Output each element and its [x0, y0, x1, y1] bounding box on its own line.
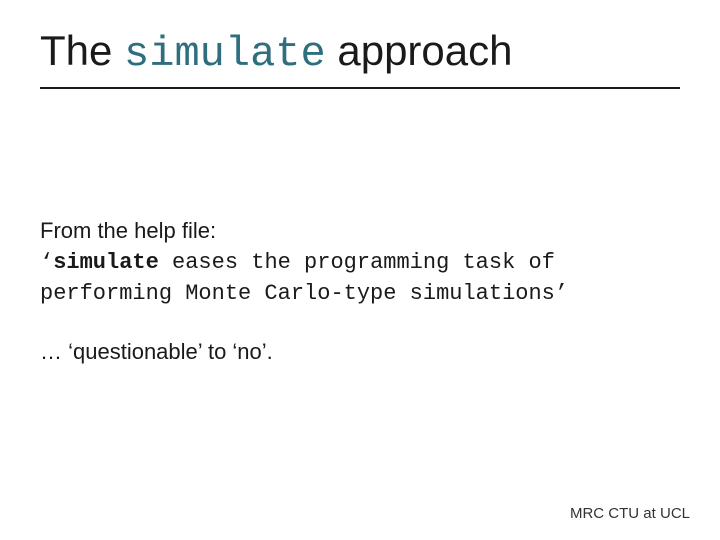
intro-line: From the help file: — [40, 218, 216, 243]
conclusion-line: … ‘questionable’ to ‘no’. — [40, 337, 660, 367]
title-prefix: The — [40, 27, 124, 74]
slide-title: The simulate approach — [40, 28, 680, 77]
quote-open: ‘ — [40, 250, 53, 275]
title-suffix: approach — [326, 27, 513, 74]
body-text: From the help file: ‘simulate eases the … — [40, 216, 660, 395]
title-rule — [40, 87, 680, 89]
intro-paragraph: From the help file: ‘simulate eases the … — [40, 216, 660, 309]
title-code: simulate — [124, 30, 326, 78]
slide: The simulate approach From the help file… — [0, 0, 720, 540]
title-block: The simulate approach — [40, 28, 680, 89]
quote-bold: simulate — [53, 250, 159, 275]
footer-attribution: MRC CTU at UCL — [570, 505, 690, 522]
